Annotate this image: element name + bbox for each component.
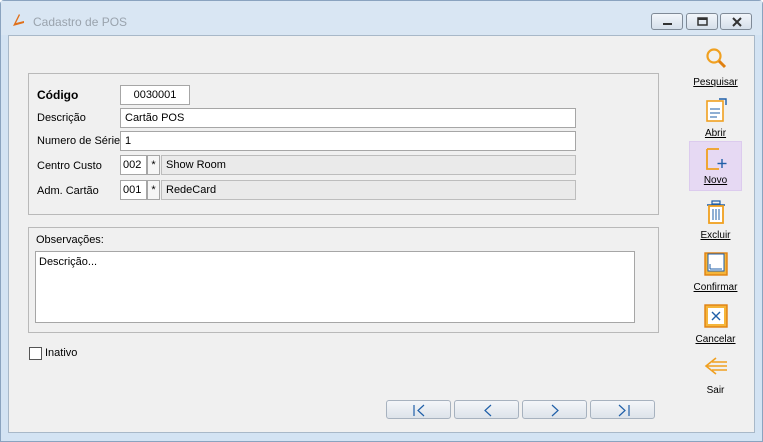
abrir-label: Abrir	[704, 128, 727, 139]
abrir-button[interactable]: Abrir	[689, 93, 742, 143]
first-record-icon	[413, 404, 425, 417]
descricao-label: Descrição	[37, 112, 86, 124]
first-record-button[interactable]	[386, 400, 451, 419]
save-icon	[703, 252, 728, 276]
confirmar-button[interactable]: Confirmar	[689, 247, 742, 297]
new-document-icon	[705, 148, 726, 170]
novo-button[interactable]: Novo	[689, 141, 742, 191]
window-title: Cadastro de POS	[33, 15, 128, 29]
main-fields-group: Código 0030001 Descrição Cartão POS Nume…	[28, 73, 659, 215]
cancelar-button[interactable]: Cancelar	[689, 299, 742, 349]
cancelar-label: Cancelar	[695, 334, 736, 345]
adm-cartao-lookup-button[interactable]: *	[147, 180, 160, 200]
last-record-button[interactable]	[590, 400, 655, 419]
close-icon	[732, 17, 742, 27]
pesquisar-label: Pesquisar	[693, 77, 738, 88]
maximize-button[interactable]	[686, 13, 718, 30]
sair-button[interactable]: Sair	[689, 350, 742, 400]
inativo-checkbox[interactable]	[29, 347, 42, 360]
title-bar: Cadastro de POS	[1, 1, 762, 35]
numero-serie-field[interactable]: 1	[120, 131, 576, 151]
adm-cartao-label: Adm. Cartão	[37, 185, 99, 197]
cancel-icon	[703, 304, 728, 328]
centro-custo-name-field: Show Room	[161, 155, 576, 175]
pesquisar-button[interactable]: Pesquisar	[689, 42, 742, 92]
centro-custo-lookup-button[interactable]: *	[147, 155, 160, 175]
descricao-field[interactable]: Cartão POS	[120, 108, 576, 128]
codigo-label: Código	[37, 88, 79, 102]
inativo-label: Inativo	[45, 347, 78, 359]
excluir-label: Excluir	[700, 230, 731, 241]
search-icon	[705, 48, 726, 69]
codigo-field[interactable]: 0030001	[120, 85, 190, 105]
exit-arrow-icon	[704, 357, 727, 375]
next-record-button[interactable]	[522, 400, 587, 419]
client-area: Código 0030001 Descrição Cartão POS Nume…	[8, 35, 755, 433]
numero-serie-label: Numero de Série	[37, 135, 121, 147]
window: Cadastro de POS Código 0030001 Descrição…	[0, 0, 763, 442]
previous-record-icon	[484, 404, 492, 417]
novo-label: Novo	[703, 175, 728, 186]
observacoes-textarea[interactable]: Descrição...	[35, 251, 635, 323]
confirmar-label: Confirmar	[693, 282, 738, 293]
excluir-button[interactable]: Excluir	[689, 195, 742, 245]
next-record-icon	[551, 404, 559, 417]
observacoes-label: Observações:	[36, 234, 104, 246]
centro-custo-code-field[interactable]: 002	[120, 155, 147, 175]
adm-cartao-name-field: RedeCard	[161, 180, 576, 200]
maximize-icon	[697, 17, 708, 26]
open-document-icon	[705, 98, 727, 122]
observacoes-group: Observações: Descrição...	[28, 227, 659, 333]
adm-cartao-code-field[interactable]: 001	[120, 180, 147, 200]
last-record-icon	[618, 404, 630, 417]
app-logo-icon	[13, 14, 24, 26]
minimize-icon	[663, 23, 672, 25]
minimize-button[interactable]	[651, 13, 683, 30]
centro-custo-label: Centro Custo	[37, 160, 102, 172]
previous-record-button[interactable]	[454, 400, 519, 419]
sair-label: Sair	[706, 385, 725, 396]
close-button[interactable]	[720, 13, 752, 30]
trash-icon	[706, 200, 725, 224]
